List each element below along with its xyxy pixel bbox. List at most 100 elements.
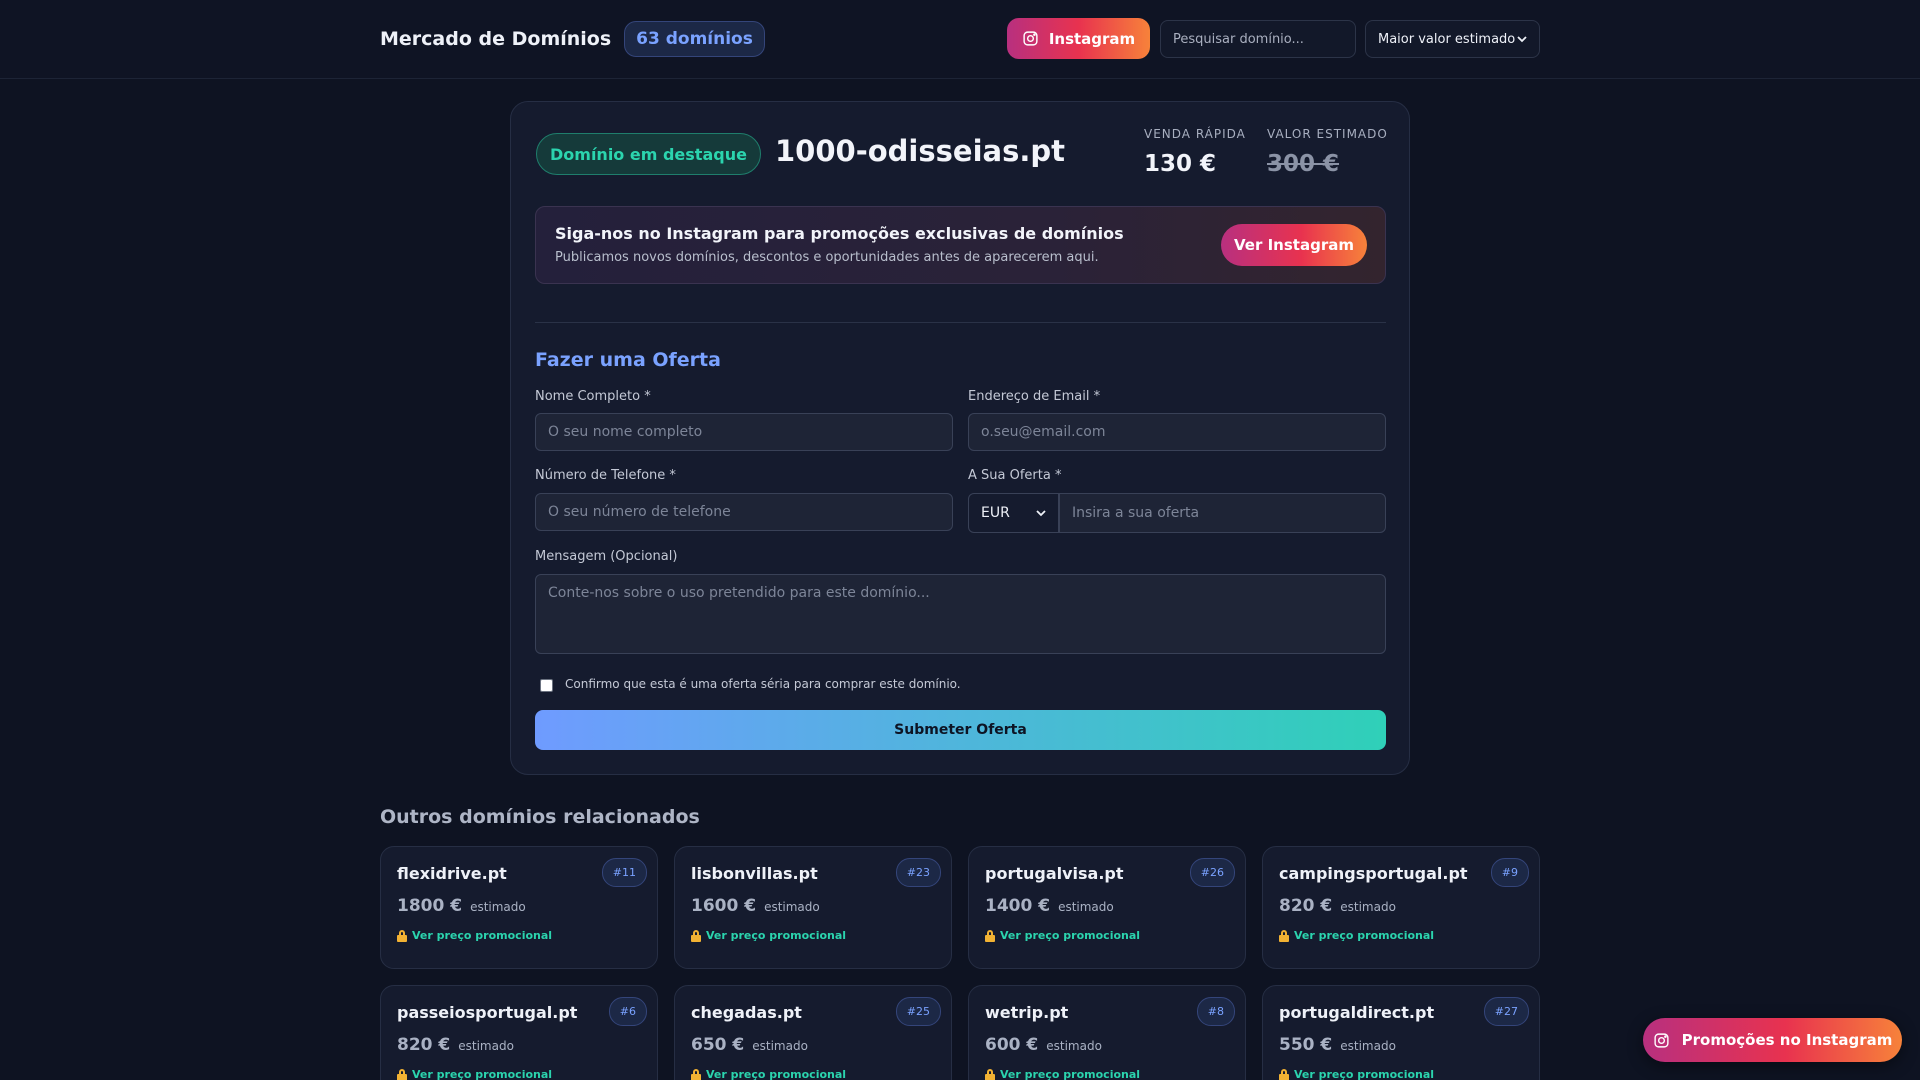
- promo-subtitle: Publicamos novos domínios, descontos e o…: [555, 250, 1099, 265]
- lock-icon: [397, 1068, 407, 1080]
- promo-price-link[interactable]: Ver preço promocional: [397, 929, 552, 942]
- estimated-label: VALOR ESTIMADO: [1267, 127, 1388, 141]
- promo-price-link[interactable]: Ver preço promocional: [985, 929, 1140, 942]
- currency-value: EUR: [981, 505, 1010, 521]
- domain-card-price: 650 € estimado: [691, 1035, 808, 1055]
- chevron-down-icon: [1517, 36, 1527, 43]
- domain-price-note: estimado: [470, 900, 526, 914]
- domain-rank-badge: #6: [608, 997, 647, 1026]
- domain-price-value: 600 €: [985, 1035, 1039, 1055]
- lock-icon: [397, 929, 407, 942]
- domain-rank-badge: #23: [895, 858, 941, 887]
- domain-card-name: passeiosportugal.pt: [397, 1003, 578, 1022]
- domain-card[interactable]: flexidrive.pt #11 1800 € estimado Ver preço …: [380, 846, 658, 969]
- domain-card[interactable]: portugaldirect.pt #27 550 € estimado Ver pre…: [1262, 985, 1540, 1080]
- domain-rank-badge: #11: [601, 858, 647, 887]
- promo-price-link[interactable]: Ver preço promocional: [1279, 929, 1434, 942]
- instagram-button-label: Instagram: [1048, 29, 1136, 48]
- domain-card[interactable]: chegadas.pt #25 650 € estimado Ver preço pro…: [674, 985, 952, 1080]
- domain-price-value: 820 €: [1279, 896, 1333, 916]
- submit-offer-button[interactable]: Submeter Oferta: [535, 710, 1386, 750]
- sort-select[interactable]: Maior valor estimado: [1365, 20, 1540, 58]
- lock-icon: [985, 929, 995, 942]
- promo-price-link[interactable]: Ver preço promocional: [691, 929, 846, 942]
- offer-form-title: Fazer uma Oferta: [535, 349, 721, 371]
- promo-price-link-label: Ver preço promocional: [706, 1068, 847, 1080]
- instagram-icon: [1023, 31, 1038, 46]
- domain-rank-badge: #26: [1189, 858, 1235, 887]
- domain-price-note: estimado: [1340, 1039, 1396, 1053]
- domain-rank-badge: #25: [895, 997, 941, 1026]
- lock-icon: [1279, 1068, 1289, 1080]
- quick-sale-value: 130 €: [1144, 151, 1217, 177]
- currency-select[interactable]: EUR: [968, 493, 1059, 533]
- domain-card-name: wetrip.pt: [985, 1003, 1069, 1022]
- promo-title: Siga-nos no Instagram para promoções exc…: [555, 224, 1124, 243]
- lock-icon: [1279, 929, 1289, 942]
- brand: Mercado de Domínios 63 domínios: [380, 21, 765, 57]
- floating-instagram-button[interactable]: Promoções no Instagram: [1643, 1018, 1902, 1062]
- domain-card[interactable]: wetrip.pt #8 600 € estimado Ver preço promoc…: [968, 985, 1246, 1080]
- domain-card-name: portugaldirect.pt: [1279, 1003, 1435, 1022]
- domain-card-price: 550 € estimado: [1279, 1035, 1396, 1055]
- domain-card-name: lisbonvillas.pt: [691, 864, 818, 883]
- phone-field[interactable]: [535, 493, 953, 531]
- quick-sale-label: VENDA RÁPIDA: [1144, 127, 1246, 141]
- domain-card-price: 1600 € estimado: [691, 896, 820, 916]
- domain-price-note: estimado: [1058, 900, 1114, 914]
- related-domains-title: Outros domínios relacionados: [380, 806, 700, 828]
- promo-price-link-label: Ver preço promocional: [1000, 929, 1141, 942]
- domain-card-price: 1400 € estimado: [985, 896, 1114, 916]
- promo-price-link[interactable]: Ver preço promocional: [397, 1068, 552, 1080]
- email-field[interactable]: [968, 413, 1386, 451]
- domain-card-price: 820 € estimado: [1279, 896, 1396, 916]
- promo-price-link[interactable]: Ver preço promocional: [985, 1068, 1140, 1080]
- confirm-checkbox[interactable]: [540, 679, 553, 692]
- domain-price-note: estimado: [1046, 1039, 1102, 1053]
- email-label: Endereço de Email *: [968, 389, 1101, 404]
- top-bar: Mercado de Domínios 63 domínios Instagra…: [0, 0, 1920, 79]
- domain-price-note: estimado: [764, 900, 820, 914]
- domain-price-note: estimado: [458, 1039, 514, 1053]
- domain-card-name: flexidrive.pt: [397, 864, 507, 883]
- promo-price-link[interactable]: Ver preço promocional: [1279, 1068, 1434, 1080]
- promo-price-link-label: Ver preço promocional: [706, 929, 847, 942]
- lock-icon: [691, 1068, 701, 1080]
- message-field[interactable]: [535, 574, 1386, 654]
- domain-card-name: campingsportugal.pt: [1279, 864, 1468, 883]
- promo-price-link-label: Ver preço promocional: [412, 929, 553, 942]
- domain-card-name: chegadas.pt: [691, 1003, 802, 1022]
- chevron-down-icon: [1036, 510, 1046, 517]
- domain-rank-badge: #8: [1196, 997, 1235, 1026]
- domain-card[interactable]: lisbonvillas.pt #23 1600 € estimado Ver preç…: [674, 846, 952, 969]
- promo-price-link-label: Ver preço promocional: [1000, 1068, 1141, 1080]
- promo-price-link-label: Ver preço promocional: [1294, 1068, 1435, 1080]
- promo-price-link-label: Ver preço promocional: [412, 1068, 553, 1080]
- search-input[interactable]: [1160, 20, 1356, 58]
- estimated-value: 300 €: [1267, 151, 1340, 177]
- domain-card-price: 600 € estimado: [985, 1035, 1102, 1055]
- name-field[interactable]: [535, 413, 953, 451]
- domain-card[interactable]: campingsportugal.pt #9 820 € estimado Ver pr…: [1262, 846, 1540, 969]
- domain-price-value: 550 €: [1279, 1035, 1333, 1055]
- estimated-price: VALOR ESTIMADO 300 €: [1267, 127, 1388, 177]
- view-instagram-button[interactable]: Ver Instagram: [1221, 224, 1367, 266]
- domain-price-value: 1800 €: [397, 896, 463, 916]
- offer-amount-field[interactable]: [1059, 493, 1386, 533]
- domain-card[interactable]: passeiosportugal.pt #6 820 € estimado Ver pr…: [380, 985, 658, 1080]
- domain-price-value: 1400 €: [985, 896, 1051, 916]
- domain-card[interactable]: portugalvisa.pt #26 1400 € estimado Ver preç…: [968, 846, 1246, 969]
- domain-card-name: portugalvisa.pt: [985, 864, 1124, 883]
- offer-label: A Sua Oferta *: [968, 468, 1062, 483]
- phone-label: Número de Telefone *: [535, 468, 676, 483]
- instagram-button[interactable]: Instagram: [1007, 18, 1150, 59]
- lock-icon: [691, 929, 701, 942]
- quick-sale-price: VENDA RÁPIDA 130 €: [1144, 127, 1246, 177]
- domain-price-value: 650 €: [691, 1035, 745, 1055]
- domain-rank-badge: #27: [1483, 997, 1529, 1026]
- confirm-label: Confirmo que esta é uma oferta séria par…: [565, 677, 961, 691]
- message-label: Mensagem (Opcional): [535, 549, 678, 564]
- domain-price-value: 820 €: [397, 1035, 451, 1055]
- instagram-promo-banner: Siga-nos no Instagram para promoções exc…: [535, 206, 1386, 284]
- promo-price-link[interactable]: Ver preço promocional: [691, 1068, 846, 1080]
